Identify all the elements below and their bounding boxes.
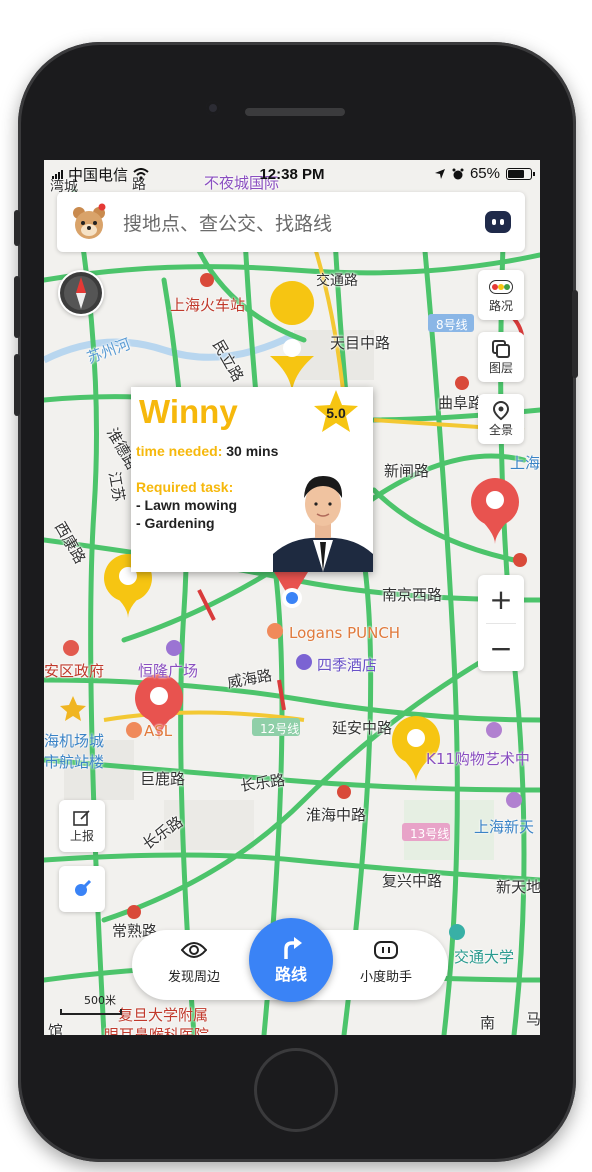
map-label: 上海 bbox=[510, 454, 540, 472]
assistant-button[interactable]: 小度助手 bbox=[346, 940, 426, 985]
map-label: 南京西路 bbox=[382, 586, 443, 604]
front-camera bbox=[206, 101, 220, 115]
scale-label: 500米 bbox=[84, 994, 116, 1007]
route-button[interactable]: 路线 bbox=[249, 918, 333, 1002]
map-label: 上海火车站 bbox=[170, 296, 246, 314]
panorama-button[interactable]: 全景 bbox=[478, 394, 524, 444]
volume-up-button bbox=[14, 276, 20, 338]
required-task-label: Required task: bbox=[136, 479, 234, 495]
map-label: 馆 bbox=[48, 1022, 64, 1035]
map-label: 新天地 bbox=[496, 878, 540, 896]
report-label: 上报 bbox=[69, 828, 94, 843]
map-label: 马 bbox=[526, 1010, 540, 1028]
map-label: 恒隆广场 bbox=[138, 662, 199, 680]
zoom-in-button[interactable]: + bbox=[478, 575, 524, 623]
traffic-light-icon bbox=[489, 279, 513, 294]
report-button[interactable]: 上报 bbox=[59, 800, 105, 852]
map-canvas[interactable] bbox=[44, 160, 540, 1035]
location-arrow-icon bbox=[434, 168, 445, 179]
traffic-button[interactable]: 路况 bbox=[478, 270, 524, 320]
layers-icon bbox=[492, 339, 510, 358]
map-label: 交通路 bbox=[316, 273, 358, 289]
map-label: 眼耳鼻喉科医院 bbox=[104, 1026, 210, 1035]
status-bar: 中国电信 12:38 PM 65% bbox=[44, 160, 540, 188]
status-right: 65% bbox=[434, 165, 535, 182]
map-label: 四季酒店 bbox=[317, 656, 378, 674]
assistant-label: 小度助手 bbox=[359, 970, 412, 985]
volume-down-button bbox=[14, 354, 20, 416]
panorama-label: 全景 bbox=[488, 422, 513, 437]
time-needed-row: time needed: 30 mins bbox=[136, 443, 278, 459]
map-label: 市航站楼 bbox=[44, 753, 105, 771]
map-label: 淮海中路 bbox=[306, 806, 367, 824]
provider-card[interactable]: Winny 5.0 time needed: 30 mins Required … bbox=[131, 387, 373, 572]
map-label: 新闸路 bbox=[384, 462, 430, 480]
layers-label: 图层 bbox=[488, 360, 513, 375]
map-label: K11购物艺术中 bbox=[426, 750, 530, 768]
provider-photo bbox=[273, 462, 373, 572]
metro-line-badge: 8号线 bbox=[436, 318, 468, 332]
time-needed-label: time needed: bbox=[136, 443, 223, 459]
metro-line-badge: 12号线 bbox=[260, 722, 300, 736]
map-label: 南 bbox=[480, 1014, 496, 1032]
app-screen: 湾城 路 不夜城国际 交通路 上海火车站 天目中路 8号线 苏州河 民立路 曲阜… bbox=[44, 160, 540, 1035]
time-needed-value: 30 mins bbox=[226, 443, 279, 459]
map-label: 复兴中路 bbox=[382, 872, 443, 890]
battery-icon bbox=[506, 167, 535, 180]
locate-button[interactable] bbox=[59, 866, 105, 912]
map-scale: 500米 bbox=[60, 992, 122, 1015]
map-label: 巨鹿路 bbox=[140, 770, 186, 788]
zoom-control[interactable]: + − bbox=[478, 575, 524, 671]
compass-icon[interactable] bbox=[58, 270, 104, 316]
map-label: 延安中路 bbox=[332, 719, 393, 737]
map-label: 交通大学 bbox=[454, 948, 515, 966]
edit-icon bbox=[73, 809, 90, 826]
task-item: - Lawn mowing bbox=[136, 497, 238, 513]
map-label: 曲阜路 bbox=[438, 394, 484, 412]
provider-name: Winny bbox=[139, 393, 238, 430]
turn-arrow-icon bbox=[284, 937, 302, 959]
map-label: 安区政府 bbox=[44, 662, 105, 680]
discover-button[interactable]: 发现周边 bbox=[154, 940, 234, 985]
map-label: 复旦大学附属 bbox=[118, 1006, 209, 1024]
earpiece-speaker bbox=[245, 108, 345, 116]
panorama-pin-icon bbox=[492, 400, 510, 420]
alarm-icon bbox=[452, 168, 464, 179]
battery-percent: 65% bbox=[469, 165, 500, 182]
scale-bar bbox=[60, 1009, 122, 1015]
task-item: - Gardening bbox=[136, 515, 215, 531]
locate-icon bbox=[75, 879, 92, 896]
map-label: 天目中路 bbox=[330, 334, 391, 352]
map-label: 上海新天 bbox=[474, 818, 535, 836]
map-label: Logans PUNCH bbox=[289, 624, 401, 642]
search-bar[interactable]: 搜地点、查公交、找路线 bbox=[57, 192, 525, 252]
route-label: 路线 bbox=[274, 965, 307, 984]
search-input[interactable]: 搜地点、查公交、找路线 bbox=[123, 209, 332, 236]
bear-avatar-icon[interactable] bbox=[69, 202, 109, 242]
map-label: 海机场城 bbox=[44, 732, 105, 750]
robot-icon[interactable] bbox=[485, 211, 511, 233]
power-button bbox=[572, 290, 578, 378]
zoom-out-button[interactable]: − bbox=[478, 624, 524, 672]
metro-line-badge: 13号线 bbox=[410, 827, 450, 841]
eye-icon bbox=[181, 942, 207, 958]
discover-label: 发现周边 bbox=[167, 970, 220, 985]
map-label: ASL bbox=[144, 722, 173, 740]
robot-face-icon bbox=[374, 941, 398, 959]
home-button[interactable] bbox=[254, 1048, 338, 1132]
mute-switch bbox=[14, 210, 20, 246]
provider-rating: 5.0 bbox=[326, 405, 346, 421]
traffic-label: 路况 bbox=[488, 298, 513, 313]
layers-button[interactable]: 图层 bbox=[478, 332, 524, 382]
